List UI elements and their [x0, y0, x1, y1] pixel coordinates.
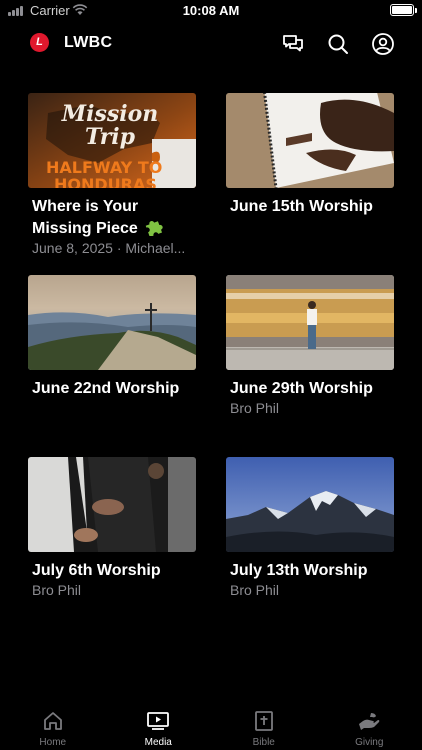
media-title: July 6th Worship [32, 562, 161, 579]
media-subtitle: Bro Phil [32, 582, 82, 598]
app-title: LWBC [64, 34, 113, 51]
media-title: June 29th Worship [230, 380, 373, 397]
media-subtitle: Bro Phil [230, 582, 280, 598]
media-thumbnail[interactable] [226, 457, 394, 552]
thumbnail-subtitle-line2: HONDURAS [54, 175, 157, 188]
tab-home[interactable]: Home [0, 704, 106, 750]
giving-icon [359, 713, 380, 730]
media-title: June 15th Worship [230, 198, 373, 215]
media-card[interactable]: July 6th Worship Bro Phil [28, 457, 196, 598]
media-card[interactable]: July 13th Worship Bro Phil [226, 457, 394, 598]
status-time: 10:08 AM [182, 3, 240, 18]
media-card[interactable]: June 15th Worship [226, 93, 394, 216]
profile-icon[interactable] [371, 32, 395, 56]
tab-label: Media [144, 737, 172, 748]
media-subtitle: June 8, 2025 · Michael... [32, 240, 186, 256]
media-title: June 22nd Worship [32, 380, 180, 397]
bible-icon [254, 711, 273, 731]
tab-label: Bible [252, 737, 275, 748]
media-thumbnail[interactable]: Mission Trip HALFWAY TO HONDURAS [28, 93, 196, 188]
tab-bar: Home Media Bible Giving [0, 704, 422, 750]
media-card[interactable]: June 22nd Worship [28, 275, 196, 398]
tab-label: Home [39, 737, 67, 748]
media-title: July 13th Worship [230, 562, 368, 579]
media-thumbnail[interactable] [28, 275, 196, 370]
status-bar: Carrier 10:08 AM [0, 0, 422, 22]
media-thumbnail[interactable] [28, 457, 196, 552]
media-thumbnail[interactable] [226, 93, 394, 188]
app-header: L LWBC [0, 22, 422, 66]
chat-icon[interactable] [281, 32, 305, 56]
tab-label: Giving [355, 737, 384, 748]
home-icon [43, 712, 62, 730]
tab-giving[interactable]: Giving [317, 704, 422, 750]
tab-media[interactable]: Media [106, 704, 212, 750]
logo[interactable]: L [30, 33, 49, 52]
media-icon [147, 712, 170, 730]
tab-bible[interactable]: Bible [211, 704, 317, 750]
thumbnail-title-line2: Trip [85, 124, 136, 150]
media-card[interactable]: Mission Trip HALFWAY TO HONDURAS Where i… [28, 93, 196, 256]
media-thumbnail[interactable] [226, 275, 394, 370]
media-subtitle: Bro Phil [230, 400, 280, 416]
puzzle-icon [145, 221, 163, 236]
media-title: Where is Your Missing Piece [28, 197, 196, 238]
search-icon[interactable] [326, 32, 350, 56]
battery-icon [390, 4, 414, 16]
media-card[interactable]: June 29th Worship Bro Phil [226, 275, 394, 416]
